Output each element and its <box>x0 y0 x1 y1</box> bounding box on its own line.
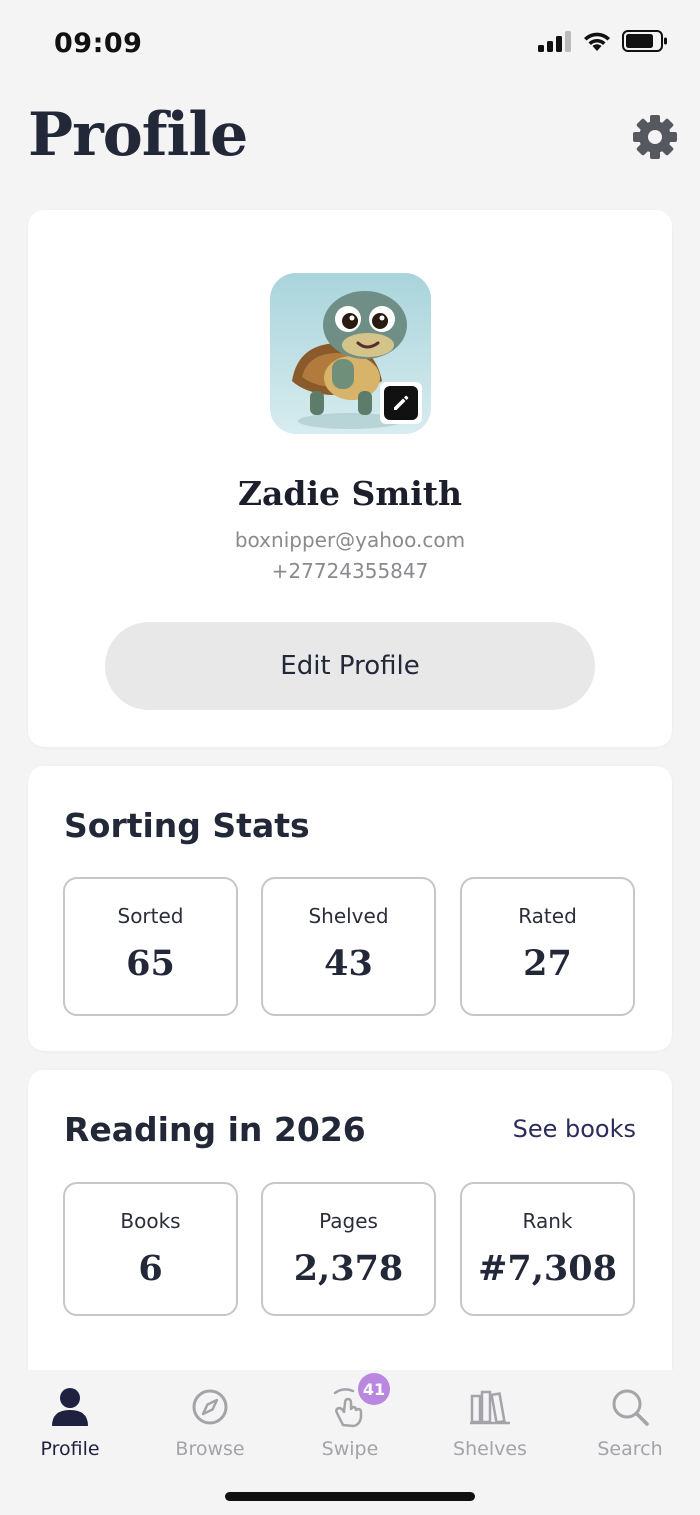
stat-label: Rated <box>518 904 577 928</box>
stat-value: 27 <box>523 943 572 984</box>
tab-swipe[interactable]: 41 Swipe <box>280 1370 420 1470</box>
tab-browse[interactable]: Browse <box>140 1370 280 1470</box>
stat-sorted: Sorted 65 <box>63 877 238 1016</box>
profile-name: Zadie Smith <box>237 474 463 513</box>
edit-avatar-button[interactable] <box>380 382 422 424</box>
profile-card: Zadie Smith boxnipper@yahoo.com +2772435… <box>28 210 672 747</box>
compass-icon <box>192 1389 228 1425</box>
stat-label: Pages <box>319 1209 378 1233</box>
status-time: 09:09 <box>54 28 143 59</box>
stat-value: 65 <box>126 943 175 984</box>
stat-pages: Pages 2,378 <box>261 1182 436 1316</box>
stat-value: 2,378 <box>293 1248 404 1289</box>
stat-label: Books <box>120 1209 181 1233</box>
sorting-stats-card: Sorting Stats Sorted 65 Shelved 43 Rated… <box>28 766 672 1051</box>
search-icon <box>612 1389 649 1426</box>
reading-title: Reading in 2026 <box>64 1110 366 1149</box>
status-bar: 09:09 <box>0 0 700 88</box>
stat-value: 43 <box>324 943 373 984</box>
stat-label: Rank <box>522 1209 573 1233</box>
reading-card: Reading in 2026 See books Books 6 Pages … <box>28 1070 672 1390</box>
stat-rank: Rank #7,308 <box>460 1182 635 1316</box>
stat-rated: Rated 27 <box>460 877 635 1016</box>
tab-label: Swipe <box>321 1438 379 1460</box>
person-icon <box>52 1388 88 1426</box>
settings-button[interactable] <box>630 112 680 162</box>
battery-icon <box>622 30 667 52</box>
status-icons <box>538 30 668 52</box>
tab-label: Profile <box>40 1438 100 1460</box>
cellular-signal-icon <box>538 31 571 52</box>
gear-icon <box>633 115 677 159</box>
books-icon <box>470 1390 510 1425</box>
swipe-count-badge: 41 <box>358 1373 390 1405</box>
page-title: Profile <box>28 100 248 170</box>
stat-label: Sorted <box>117 904 184 928</box>
stat-value: #7,308 <box>478 1248 617 1289</box>
stat-label: Shelved <box>308 904 389 928</box>
wifi-icon <box>584 32 610 51</box>
tab-label: Search <box>597 1438 663 1460</box>
see-books-link[interactable]: See books <box>513 1115 636 1143</box>
home-indicator[interactable] <box>225 1492 475 1501</box>
tab-profile[interactable]: Profile <box>0 1370 140 1470</box>
pencil-icon <box>394 395 409 410</box>
sorting-stats-title: Sorting Stats <box>64 806 310 845</box>
stat-value: 6 <box>138 1248 163 1289</box>
tab-shelves[interactable]: Shelves <box>420 1370 560 1470</box>
profile-email: boxnipper@yahoo.com <box>234 528 466 552</box>
profile-phone: +27724355847 <box>271 559 429 583</box>
tab-search[interactable]: Search <box>560 1370 700 1470</box>
tab-label: Shelves <box>453 1438 527 1460</box>
stat-shelved: Shelved 43 <box>261 877 436 1016</box>
stat-books: Books 6 <box>63 1182 238 1316</box>
edit-profile-button[interactable]: Edit Profile <box>105 622 595 710</box>
tab-label: Browse <box>175 1438 245 1460</box>
